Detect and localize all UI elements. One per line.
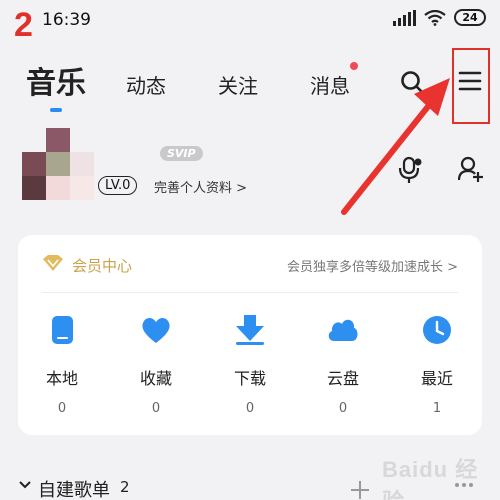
library-card: 会员中心 会员独享多倍等级加速成长 > 本地 0 收藏 0 下载 0 云盘 0 bbox=[18, 235, 482, 435]
level-badge: LV.0 bbox=[98, 176, 138, 195]
cloud-icon bbox=[328, 319, 358, 341]
tab-music[interactable]: 音乐 bbox=[26, 58, 86, 112]
status-icons: 24 bbox=[393, 9, 486, 26]
chevron-down-icon bbox=[19, 481, 31, 489]
quick-label: 下载 bbox=[233, 369, 266, 388]
vip-center-row[interactable]: 会员中心 会员独享多倍等级加速成长 > bbox=[18, 235, 482, 293]
add-playlist-icon[interactable] bbox=[350, 480, 370, 500]
battery-indicator: 24 bbox=[454, 9, 486, 26]
wifi-icon bbox=[424, 9, 446, 26]
vip-promo-text[interactable]: 会员独享多倍等级加速成长 > bbox=[287, 256, 458, 275]
playlist-title: 自建歌单 bbox=[38, 480, 110, 500]
divider bbox=[42, 292, 458, 293]
status-time: 16:39 bbox=[42, 10, 91, 30]
avatar[interactable] bbox=[22, 128, 94, 200]
quick-label: 本地 bbox=[45, 369, 78, 388]
local-music-icon bbox=[52, 316, 73, 344]
quick-favorites[interactable]: 收藏 0 bbox=[126, 313, 186, 416]
add-friend-icon[interactable] bbox=[458, 156, 484, 182]
quick-count: 1 bbox=[432, 401, 442, 416]
step-annotation: 2 bbox=[14, 6, 33, 44]
playlist-count: 2 bbox=[120, 478, 130, 496]
download-icon bbox=[236, 315, 264, 345]
vip-center-title: 会员中心 bbox=[72, 257, 133, 275]
quick-label: 收藏 bbox=[139, 369, 172, 388]
more-icon[interactable] bbox=[454, 482, 474, 488]
quick-cloud[interactable]: 云盘 0 bbox=[313, 313, 373, 416]
quick-count: 0 bbox=[338, 401, 348, 416]
quick-count: 0 bbox=[57, 401, 67, 416]
quick-local[interactable]: 本地 0 bbox=[32, 313, 92, 416]
tab-feed[interactable]: 动态 bbox=[126, 70, 166, 99]
quick-count: 0 bbox=[245, 401, 255, 416]
diamond-icon bbox=[43, 255, 63, 271]
voice-icon[interactable] bbox=[398, 156, 424, 184]
annotation-arrow-icon bbox=[341, 78, 450, 215]
unread-dot bbox=[350, 62, 358, 70]
heart-icon bbox=[142, 317, 170, 343]
tab-following[interactable]: 关注 bbox=[218, 70, 258, 99]
complete-profile-link[interactable]: 完善个人资料 > bbox=[154, 177, 247, 196]
quick-recent[interactable]: 最近 1 bbox=[407, 313, 467, 416]
quick-count: 0 bbox=[151, 401, 161, 416]
quick-label: 云盘 bbox=[326, 369, 359, 388]
svip-badge: SVIP bbox=[160, 146, 203, 161]
clock-icon bbox=[423, 316, 451, 344]
signal-icon bbox=[393, 9, 416, 26]
quick-label: 最近 bbox=[420, 369, 453, 388]
quick-downloads[interactable]: 下载 0 bbox=[220, 313, 280, 416]
playlist-header[interactable]: 自建歌单 2 bbox=[18, 476, 488, 500]
